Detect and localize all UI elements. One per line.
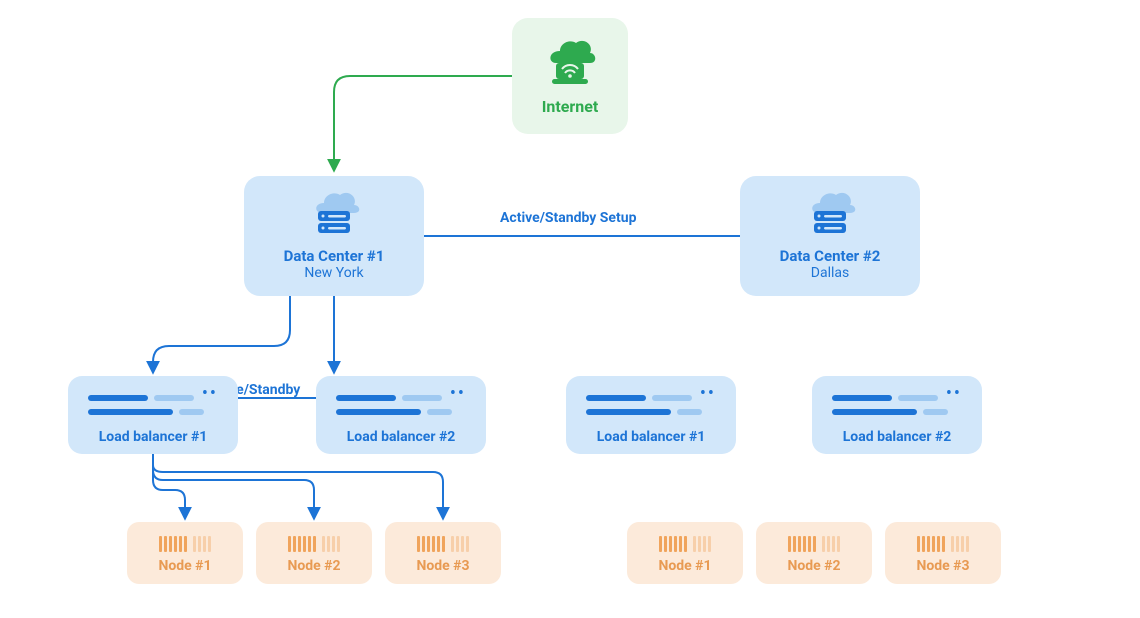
edge-dc1-to-lb1 <box>153 296 290 372</box>
load-balancer-1-left: •• Load balancer #1 <box>68 376 238 454</box>
lb3-label: Load balancer #1 <box>597 429 706 445</box>
load-balancer-2-left: •• Load balancer #2 <box>316 376 486 454</box>
node-a2: Node #2 <box>256 522 372 584</box>
dc2-location: Dallas <box>811 265 849 281</box>
edge-lb1-to-node2 <box>153 454 314 518</box>
lb2-label: Load balancer #2 <box>347 429 456 445</box>
status-dots-icon: •• <box>202 391 218 397</box>
node-a3: Node #3 <box>385 522 501 584</box>
node-b1: Node #1 <box>627 522 743 584</box>
dc1-title: Data Center #1 <box>284 247 385 265</box>
cloud-laptop-wifi-icon <box>542 37 598 91</box>
node-b2-label: Node #2 <box>787 558 840 574</box>
status-dots-icon: •• <box>700 391 716 397</box>
node-a1: Node #1 <box>127 522 243 584</box>
cloud-server-icon <box>800 191 860 243</box>
caption-active-standby-setup: Active/Standby Setup <box>500 210 636 226</box>
node-a2-label: Node #2 <box>287 558 340 574</box>
edge-lb1-to-node3 <box>153 454 443 518</box>
internet-label: Internet <box>542 97 599 116</box>
edge-lb1-to-node1 <box>153 454 185 518</box>
lb4-label: Load balancer #2 <box>843 429 952 445</box>
lb1-label: Load balancer #1 <box>99 429 208 445</box>
node-b3-label: Node #3 <box>916 558 969 574</box>
node-a1-label: Node #1 <box>158 558 211 574</box>
load-balancer-2-right: •• Load balancer #2 <box>812 376 982 454</box>
internet-card: Internet <box>512 18 628 134</box>
node-b1-label: Node #1 <box>658 558 711 574</box>
node-a3-label: Node #3 <box>416 558 469 574</box>
node-b3: Node #3 <box>885 522 1001 584</box>
status-dots-icon: •• <box>946 391 962 397</box>
dc2-title: Data Center #2 <box>780 247 881 265</box>
edge-internet-to-dc1 <box>334 76 512 170</box>
node-b2: Node #2 <box>756 522 872 584</box>
cloud-server-icon <box>304 191 364 243</box>
data-center-1-card: Data Center #1 New York <box>244 176 424 296</box>
status-dots-icon: •• <box>450 391 466 397</box>
load-balancer-1-right: •• Load balancer #1 <box>566 376 736 454</box>
data-center-2-card: Data Center #2 Dallas <box>740 176 920 296</box>
dc1-location: New York <box>304 265 363 281</box>
